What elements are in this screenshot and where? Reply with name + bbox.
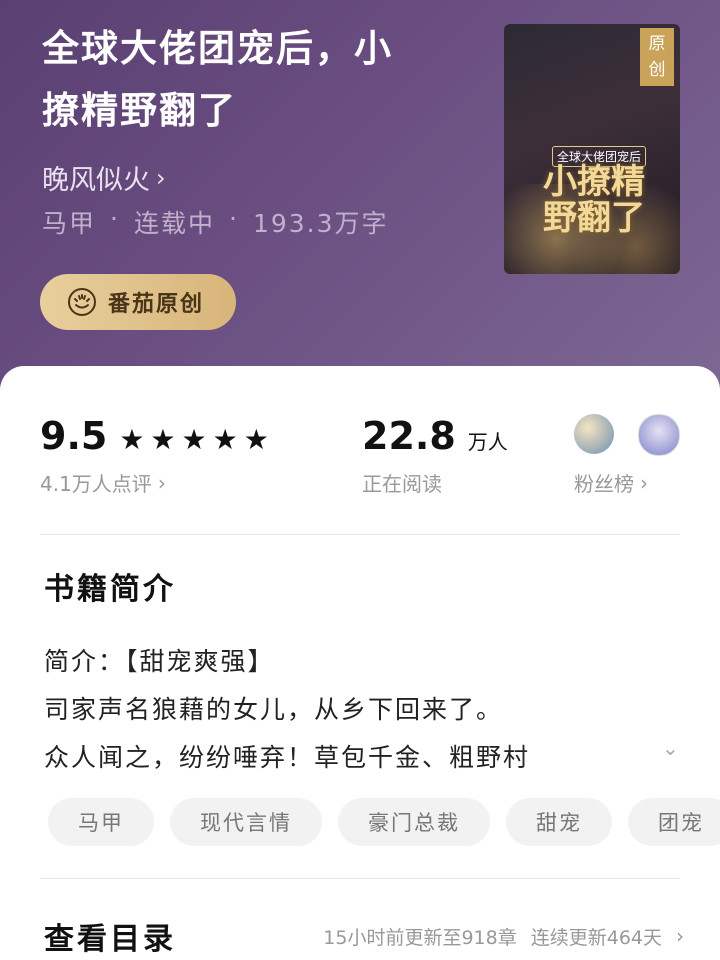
divider (40, 878, 680, 879)
book-title-line2: 撩精野翻了 (42, 89, 237, 132)
book-detail-card: 9.5 ★★★★★ 4.1万人点评 › 22.8 万人 正在阅读 粉丝榜 › 书… (0, 366, 720, 960)
rating-count: 4.1万人点评 (40, 472, 152, 496)
intro-text[interactable]: 简介：【甜宠爽强】 司家声名狼藉的女儿，从乡下回来了。 众人闻之，纷纷唾弃！草包… (44, 638, 644, 782)
fans-sub: 粉丝榜 › (574, 468, 680, 497)
meta-word-count: 193.3万字 (252, 209, 389, 238)
rating-sub: 4.1万人点评 › (40, 468, 275, 497)
meta-status: 连载中 (133, 209, 215, 238)
table-of-contents-row[interactable]: 查看目录 15小时前更新至918章 连续更新464天 › (44, 914, 684, 958)
toc-heading: 查看目录 (44, 922, 176, 957)
chevron-down-icon[interactable]: ⌄ (662, 736, 679, 760)
author-link[interactable]: 晚风似火 › (42, 158, 166, 197)
fan-avatars (574, 414, 680, 456)
meta-category: 马甲 (42, 209, 97, 238)
cover-title: 小撩精 野翻了 (518, 164, 670, 236)
cover-original-tag: 原 创 (640, 28, 674, 86)
star-rating-icon: ★★★★★ (119, 423, 275, 456)
readers-block: 22.8 万人 正在阅读 (362, 414, 508, 497)
book-title: 全球大佬团宠后，小 撩精野翻了 (42, 18, 462, 142)
readers-sub: 正在阅读 (362, 468, 508, 497)
tag-pill[interactable]: 豪门总裁 (338, 798, 490, 846)
divider (40, 534, 680, 535)
chevron-right-icon: › (676, 924, 684, 948)
chevron-right-icon: › (156, 163, 166, 192)
badge-label: 番茄原创 (108, 292, 205, 317)
intro-heading: 书籍简介 (44, 572, 176, 607)
cover-tag-text: 原 (648, 34, 666, 54)
meta-separator: · (110, 204, 120, 233)
readers-label: 正在阅读 (362, 472, 442, 496)
avatar (574, 414, 614, 454)
book-header: 全球大佬团宠后，小 撩精野翻了 晚风似火 › 马甲 · 连载中 · 193.3万… (0, 0, 720, 400)
cover-tag-text: 创 (648, 60, 666, 80)
tomato-icon (68, 288, 96, 316)
book-meta: 马甲 · 连载中 · 193.3万字 (42, 204, 389, 240)
readers-value: 22.8 (362, 414, 456, 458)
tag-list: 马甲 现代言情 豪门总裁 甜宠 团宠 (48, 798, 720, 846)
intro-line: 司家声名狼藉的女儿，从乡下回来了。 (44, 695, 504, 724)
cover-title-line1: 小撩精 (543, 162, 645, 202)
chevron-right-icon: › (640, 470, 648, 495)
toc-update-time: 15小时前更新至918章 (323, 926, 517, 949)
cover-title-line2: 野翻了 (543, 198, 645, 238)
fans-ranking[interactable]: 粉丝榜 › (574, 414, 680, 497)
chevron-right-icon: › (157, 470, 166, 495)
rating-value: 9.5 (40, 414, 108, 458)
book-cover[interactable]: 原 创 全球大佬团宠后 小撩精 野翻了 (504, 24, 680, 274)
tag-pill[interactable]: 甜宠 (506, 798, 612, 846)
tag-pill[interactable]: 现代言情 (170, 798, 322, 846)
fans-label: 粉丝榜 (574, 472, 634, 496)
original-badge-button[interactable]: 番茄原创 (40, 274, 236, 330)
readers-unit: 万人 (467, 430, 508, 454)
book-title-line1: 全球大佬团宠后，小 (42, 27, 393, 70)
toc-update-streak: 连续更新464天 (530, 926, 662, 949)
toc-info: 15小时前更新至918章 连续更新464天 › (323, 923, 684, 950)
tag-pill[interactable]: 团宠 (628, 798, 720, 846)
tag-pill[interactable]: 马甲 (48, 798, 154, 846)
avatar (638, 414, 680, 456)
rating-block[interactable]: 9.5 ★★★★★ 4.1万人点评 › (40, 414, 275, 497)
readers-row: 22.8 万人 (362, 414, 508, 458)
rating-row: 9.5 ★★★★★ (40, 414, 275, 458)
intro-line: 众人闻之，纷纷唾弃！草包千金、粗野村 (44, 743, 531, 772)
meta-separator: · (228, 204, 239, 233)
intro-line: 简介：【甜宠爽强】 (44, 647, 275, 676)
author-name: 晚风似火 (42, 165, 150, 196)
